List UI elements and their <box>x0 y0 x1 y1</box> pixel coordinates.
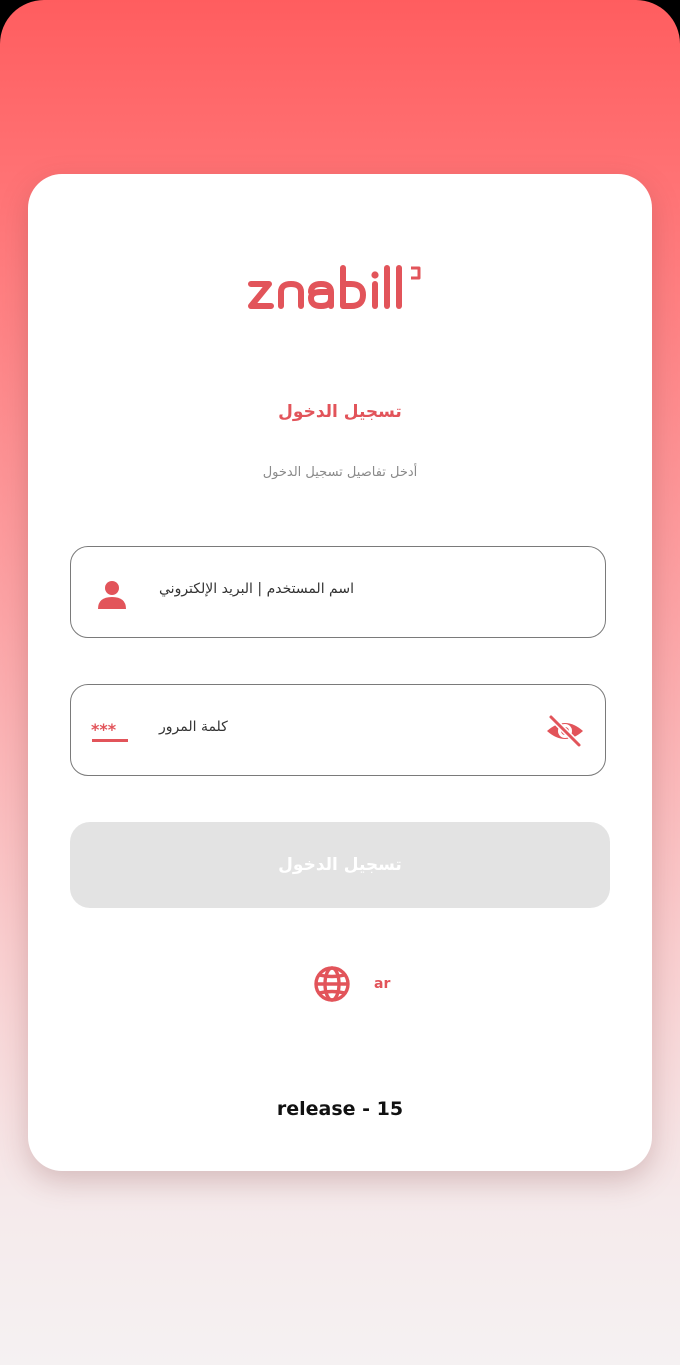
login-subtitle: أدخل تفاصيل تسجيل الدخول <box>262 465 418 480</box>
login-card: تسجيل الدخول أدخل تفاصيل تسجيل الدخول اس… <box>28 174 652 1171</box>
language-code[interactable]: ar <box>374 976 390 992</box>
username-field[interactable]: اسم المستخدم | البريد الإلكتروني <box>70 546 606 638</box>
app-background: تسجيل الدخول أدخل تفاصيل تسجيل الدخول اس… <box>0 0 680 1365</box>
user-icon <box>98 581 126 609</box>
eye-slash-icon[interactable] <box>545 713 585 749</box>
password-asterisks-icon: *** <box>91 720 128 742</box>
password-field[interactable]: *** كلمة المرور <box>70 684 606 776</box>
release-version: release - 15 <box>276 1098 404 1120</box>
globe-icon[interactable] <box>312 964 352 1004</box>
svg-text:***: *** <box>91 720 117 739</box>
username-placeholder: اسم المستخدم | البريد الإلكتروني <box>159 581 354 597</box>
login-button[interactable]: تسجيل الدخول <box>70 822 610 908</box>
logo-mark <box>248 265 421 309</box>
znabill-logo <box>28 262 652 310</box>
login-title: تسجيل الدخول <box>278 402 402 422</box>
language-switcher[interactable]: ar <box>312 964 390 1004</box>
password-placeholder: كلمة المرور <box>159 719 228 735</box>
